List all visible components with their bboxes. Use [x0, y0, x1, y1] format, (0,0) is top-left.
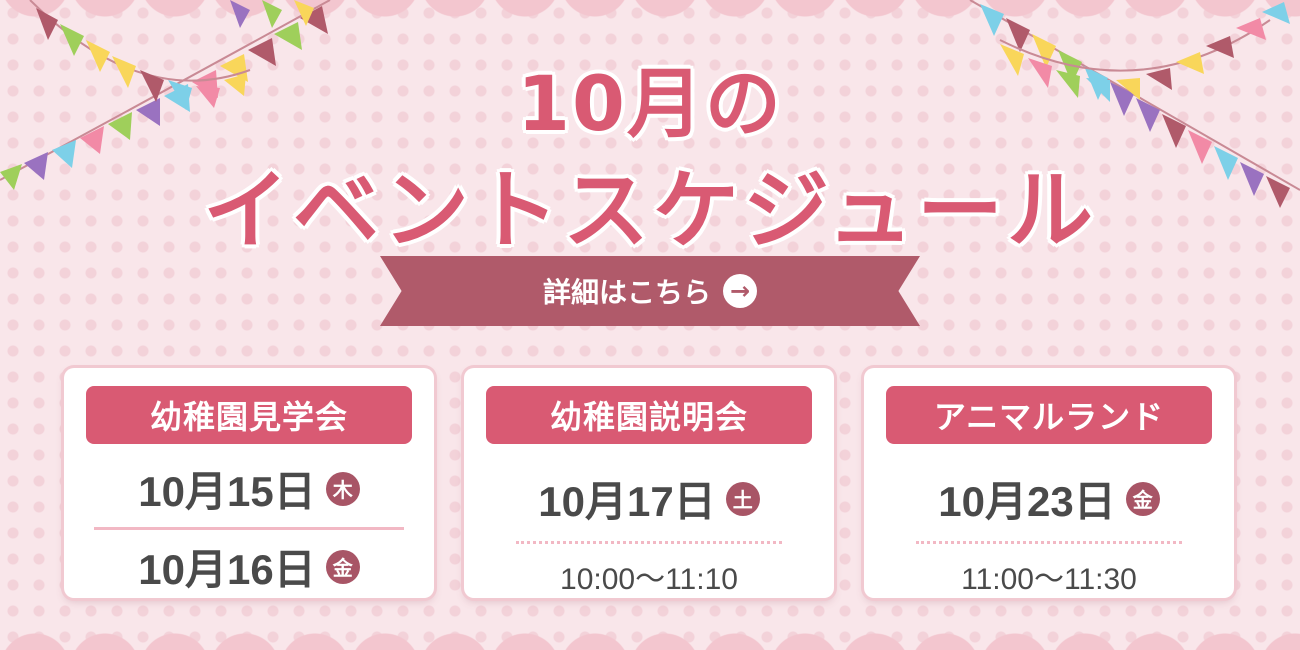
event-time: 10:00〜11:10 [560, 563, 738, 596]
event-card-animal-land: アニマルランド 10月23日 金 11:00〜11:30 [864, 368, 1234, 598]
event-date-row: 10月23日 金 [886, 468, 1212, 529]
event-date: 10月17日 [538, 478, 716, 525]
event-date: 10月15日 [138, 468, 316, 515]
event-date-row: 10月15日 木 [86, 458, 412, 519]
event-banner: 10月の イベントスケジュール 詳細はこちら → 幼稚園見学会 10月15日 木… [0, 0, 1300, 650]
event-time: 11:00〜11:30 [961, 563, 1137, 596]
divider [94, 527, 404, 530]
event-date: 10月23日 [938, 478, 1116, 525]
arrow-right-circle-icon: → [723, 274, 757, 308]
details-button[interactable]: 詳細はこちら → [380, 256, 920, 326]
event-name: 幼稚園説明会 [486, 386, 812, 444]
event-date-row: 10月16日 金 [86, 536, 412, 597]
day-of-week-badge: 木 [325, 471, 360, 506]
event-date: 10月16日 [138, 546, 316, 593]
scallop-border-bottom [0, 628, 1300, 650]
day-of-week-badge: 金 [1125, 481, 1160, 516]
day-of-week-badge: 土 [725, 481, 760, 516]
event-card-briefing: 幼稚園説明会 10月17日 土 10:00〜11:10 [464, 368, 834, 598]
dotted-divider [516, 541, 782, 544]
day-of-week-badge: 金 [325, 549, 360, 584]
dotted-divider [916, 541, 1182, 544]
details-button-label: 詳細はこちら [542, 276, 711, 309]
event-name: 幼稚園見学会 [86, 386, 412, 444]
event-name: アニマルランド [886, 386, 1212, 444]
event-card-tour: 幼稚園見学会 10月15日 木 10月16日 金 [64, 368, 434, 598]
event-date-row: 10月17日 土 [486, 468, 812, 529]
title-line-1: 10月の [517, 59, 783, 148]
title-line-2: イベントスケジュール [203, 161, 1097, 261]
